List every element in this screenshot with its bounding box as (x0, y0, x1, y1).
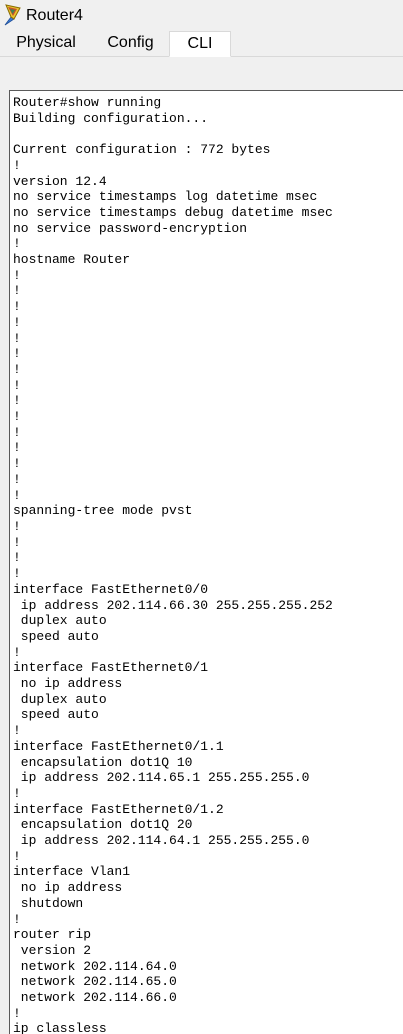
terminal-line: ip address 202.114.65.1 255.255.255.0 (13, 770, 310, 786)
terminal-line: hostname Router (13, 252, 131, 268)
terminal-line: spanning-tree mode pvst (13, 503, 193, 519)
terminal-line: no ip address (13, 880, 123, 896)
tab-physical[interactable]: Physical (0, 31, 92, 57)
terminal-line: ! (13, 848, 21, 864)
window-title: Router4 (26, 7, 83, 24)
terminal-line: duplex auto (13, 691, 107, 707)
terminal-line: no ip address (13, 676, 123, 692)
terminal-line: network 202.114.64.0 (13, 958, 177, 974)
terminal-line: ! (13, 471, 21, 487)
terminal-line: no service timestamps log datetime msec (13, 189, 318, 205)
terminal-line: ! (13, 267, 21, 283)
terminal-line: ! (13, 314, 21, 330)
terminal-line: ! (13, 299, 21, 315)
terminal-line: interface Vlan1 (13, 864, 131, 880)
terminal-line: ! (13, 1005, 21, 1021)
terminal-line: shutdown (13, 895, 84, 911)
terminal-line: ! (13, 456, 21, 472)
terminal-output[interactable]: Router#show running Building configuratio… (13, 95, 333, 1034)
terminal-line: no service password-encryption (13, 220, 248, 236)
terminal-line: ip address 202.114.66.30 255.255.255.252 (13, 597, 333, 613)
terminal-line: ! (13, 157, 21, 173)
tab-bar: Physical Config CLI (0, 31, 403, 57)
terminal-line: ip classless (13, 1021, 107, 1034)
tab-cli[interactable]: CLI (169, 31, 231, 57)
terminal-line: ! (13, 393, 21, 409)
terminal-line: ! (13, 785, 21, 801)
terminal-line: duplex auto (13, 613, 107, 629)
terminal-line: ! (13, 534, 21, 550)
terminal-line: speed auto (13, 628, 99, 644)
terminal-line: interface FastEthernet0/1 (13, 660, 209, 676)
window-titlebar: Router4 (0, 0, 403, 31)
terminal-line: network 202.114.66.0 (13, 990, 177, 1006)
terminal-line: version 12.4 (13, 173, 107, 189)
terminal-line: ! (13, 911, 21, 927)
terminal-line: ! (13, 487, 21, 503)
terminal-line: ! (13, 377, 21, 393)
terminal-line: ! (13, 330, 21, 346)
terminal-line: ! (13, 424, 21, 440)
terminal-line: interface FastEthernet0/1.2 (13, 801, 224, 817)
router-icon (2, 3, 24, 27)
terminal-line: Current configuration : 772 bytes (13, 142, 271, 158)
terminal-line: network 202.114.65.0 (13, 974, 177, 990)
tab-config[interactable]: Config (92, 31, 169, 57)
terminal-line: Router#show running (13, 95, 162, 110)
terminal-line: ! (13, 283, 21, 299)
terminal-line: encapsulation dot1Q 10 (13, 754, 193, 770)
terminal-line: ! (13, 409, 21, 425)
terminal-line: ! (13, 440, 21, 456)
terminal-line: ! (13, 346, 21, 362)
terminal-line: Building configuration... (13, 110, 209, 126)
terminal-line: ! (13, 361, 21, 377)
terminal-line: ! (13, 723, 21, 739)
terminal-line: ip address 202.114.64.1 255.255.255.0 (13, 833, 310, 849)
terminal-line: no service timestamps debug datetime mse… (13, 204, 333, 220)
ios-command-line-terminal[interactable]: Router#show running Building configuratio… (9, 90, 403, 1034)
terminal-line: ! (13, 518, 21, 534)
terminal-line: version 2 (13, 942, 92, 958)
terminal-line: interface FastEthernet0/0 (13, 581, 209, 597)
terminal-line: ! (13, 550, 21, 566)
terminal-line: speed auto (13, 707, 99, 723)
terminal-line: ! (13, 644, 21, 660)
terminal-line: encapsulation dot1Q 20 (13, 817, 193, 833)
terminal-line: ! (13, 566, 21, 582)
terminal-line: interface FastEthernet0/1.1 (13, 738, 224, 754)
terminal-line: ! (13, 236, 21, 252)
terminal-line: router rip (13, 927, 92, 943)
